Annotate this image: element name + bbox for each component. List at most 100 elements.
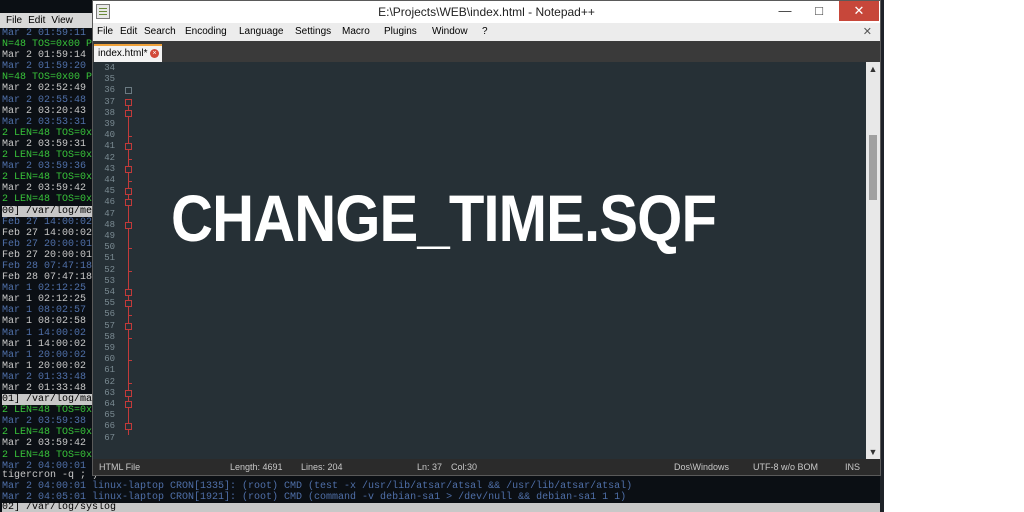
close-button[interactable]: ✕ xyxy=(839,1,879,21)
line-number: 60 xyxy=(104,354,115,365)
terminal-log-line: 2 LEN=48 TOS=0x0 xyxy=(2,172,94,184)
line-number: 67 xyxy=(104,432,115,443)
terminal-status-line: 01] /var/log/mai xyxy=(2,394,94,406)
terminal-log-line: Feb 28 07:47:18 xyxy=(2,272,93,284)
title-bar[interactable]: E:\Projects\WEB\index.html - Notepad++ —… xyxy=(93,1,880,23)
line-number: 34 xyxy=(104,63,115,73)
terminal-log-line: Mar 2 01:59:11 xyxy=(2,28,87,39)
terminal-log-line: Feb 27 20:00:01 xyxy=(2,249,93,261)
fold-end-tick xyxy=(128,158,132,160)
terminal-log-line: Mar 1 14:00:02 xyxy=(2,338,87,350)
status-lines: Lines: 204 xyxy=(301,462,343,472)
notepad-plus-plus-window: E:\Projects\WEB\index.html - Notepad++ —… xyxy=(92,0,881,476)
menu-settings[interactable]: Settings xyxy=(295,23,331,41)
line-number: 58 xyxy=(104,331,115,342)
scroll-up-arrow-icon[interactable]: ▲ xyxy=(866,62,880,76)
status-bar: HTML File Length: 4691 Lines: 204 Ln: 37… xyxy=(93,459,880,475)
terminal-log-line: Mar 1 02:12:25 xyxy=(2,294,87,306)
terminal-menu-edit[interactable]: Edit xyxy=(28,15,45,26)
menu-language[interactable]: Language xyxy=(239,23,284,41)
line-number: 55 xyxy=(104,298,115,309)
close-document-icon[interactable]: ✕ xyxy=(863,23,872,41)
line-number: 49 xyxy=(104,231,115,241)
fold-toggle-icon[interactable] xyxy=(125,109,132,117)
terminal-log-line: Mar 2 03:59:42 xyxy=(2,183,87,195)
terminal-log-line: 2 LEN=48 TOS=0x0 xyxy=(2,127,94,139)
line-number: 45 xyxy=(104,186,115,197)
terminal-status-line: 02] /var/log/syslog xyxy=(2,503,884,512)
fold-end-tick xyxy=(128,315,132,317)
menu-window[interactable]: Window xyxy=(432,23,468,41)
line-number: 46 xyxy=(104,197,115,208)
status-file-type: HTML File xyxy=(99,462,141,472)
line-number: 52 xyxy=(104,264,115,275)
menu-file[interactable]: File xyxy=(97,23,113,41)
line-number: 66 xyxy=(104,421,115,432)
line-number: 43 xyxy=(104,163,115,174)
status-line-number: Ln: 37 xyxy=(417,462,443,472)
fold-toggle-icon[interactable] xyxy=(125,289,132,296)
fold-toggle-icon[interactable] xyxy=(125,300,132,308)
fold-toggle-icon[interactable] xyxy=(125,87,132,95)
fold-end-tick xyxy=(128,270,132,272)
line-number: 40 xyxy=(104,130,115,141)
vertical-scrollbar[interactable]: ▲ ▼ xyxy=(866,62,880,459)
menu-help[interactable]: ? xyxy=(482,23,488,41)
line-number: 57 xyxy=(104,320,115,331)
fold-toggle-icon[interactable] xyxy=(125,322,132,330)
terminal-menu-view[interactable]: View xyxy=(51,15,73,26)
terminal-status-line: 00] /var/log/mes xyxy=(2,205,94,217)
line-number: 53 xyxy=(104,275,115,286)
terminal-log-line: Mar 2 01:33:48 xyxy=(2,383,87,394)
fold-toggle-icon[interactable] xyxy=(125,423,132,431)
fold-toggle-icon[interactable] xyxy=(125,98,132,106)
overlay-title: CHANGE_TIME.SQF xyxy=(171,181,717,255)
terminal-log-line: Feb 27 20:00:01 xyxy=(2,238,93,250)
line-number: 47 xyxy=(104,208,115,219)
status-length: Length: 4691 xyxy=(230,462,283,472)
line-number: 37 xyxy=(104,96,115,107)
fold-toggle-icon[interactable] xyxy=(125,165,132,173)
terminal-log-lines: Mar 2 01:59:11N=48 TOS=0x00 PRECMar 2 01… xyxy=(2,28,94,472)
terminal-log-line: Mar 2 02:55:48 xyxy=(2,94,87,106)
terminal-log-line: Mar 2 01:59:20 xyxy=(2,61,87,73)
menu-plugins[interactable]: Plugins xyxy=(384,23,417,41)
menu-macro[interactable]: Macro xyxy=(342,23,370,41)
scrollbar-thumb[interactable] xyxy=(869,135,877,200)
page-margin xyxy=(884,0,1024,512)
fold-toggle-icon[interactable] xyxy=(125,188,132,196)
terminal-log-line: 2 LEN=48 TOS=0x0 xyxy=(2,449,94,461)
maximize-button[interactable]: □ xyxy=(805,1,833,21)
terminal-menu-file[interactable]: File xyxy=(6,15,22,26)
terminal-log-line: Mar 1 20:00:02 xyxy=(2,349,87,361)
line-number: 36 xyxy=(104,85,115,96)
menu-encoding[interactable]: Encoding xyxy=(185,23,227,41)
scroll-down-arrow-icon[interactable]: ▼ xyxy=(866,445,880,459)
minimize-button[interactable]: — xyxy=(771,1,799,21)
line-number: 41 xyxy=(104,141,115,152)
terminal-log-line: Mar 2 03:59:42 xyxy=(2,438,87,450)
fold-end-tick xyxy=(128,360,132,362)
editor-area[interactable]: 34 35 36 37 38 39 40 41 42 43 44 45 46 47 48 49 50 51 52 53… xyxy=(93,62,866,459)
fold-toggle-icon[interactable] xyxy=(125,221,132,229)
line-number: 63 xyxy=(104,387,115,398)
fold-toggle-icon[interactable] xyxy=(125,389,132,397)
terminal-log-line: 2 LEN=48 TOS=0x0 xyxy=(2,194,94,206)
menu-edit[interactable]: Edit xyxy=(120,23,137,41)
tab-close-icon[interactable]: × xyxy=(150,49,159,58)
terminal-log-line: Mar 2 02:52:49 xyxy=(2,83,87,95)
fold-end-tick xyxy=(128,181,132,182)
tab-index-html[interactable]: index.html* × xyxy=(94,44,162,62)
menu-search[interactable]: Search xyxy=(144,23,176,41)
terminal-log-line: Mar 1 14:00:02 xyxy=(2,327,87,339)
fold-toggle-icon[interactable] xyxy=(125,199,132,207)
fold-toggle-icon[interactable] xyxy=(125,401,132,408)
fold-toggle-icon[interactable] xyxy=(125,143,132,151)
line-number: 50 xyxy=(104,242,115,253)
terminal-log-line: N=48 TOS=0x00 PREC xyxy=(2,72,94,84)
status-column: Col:30 xyxy=(451,462,478,472)
line-number: 54 xyxy=(104,287,115,297)
menu-bar: File Edit Search Encoding Language Setti… xyxy=(93,23,880,41)
terminal-bottom-line: tigercron -q ; ) xyxy=(2,470,99,481)
terminal-bottom: tigercron -q ; ) Mar 2 04:00:01 linux-la… xyxy=(0,470,884,512)
